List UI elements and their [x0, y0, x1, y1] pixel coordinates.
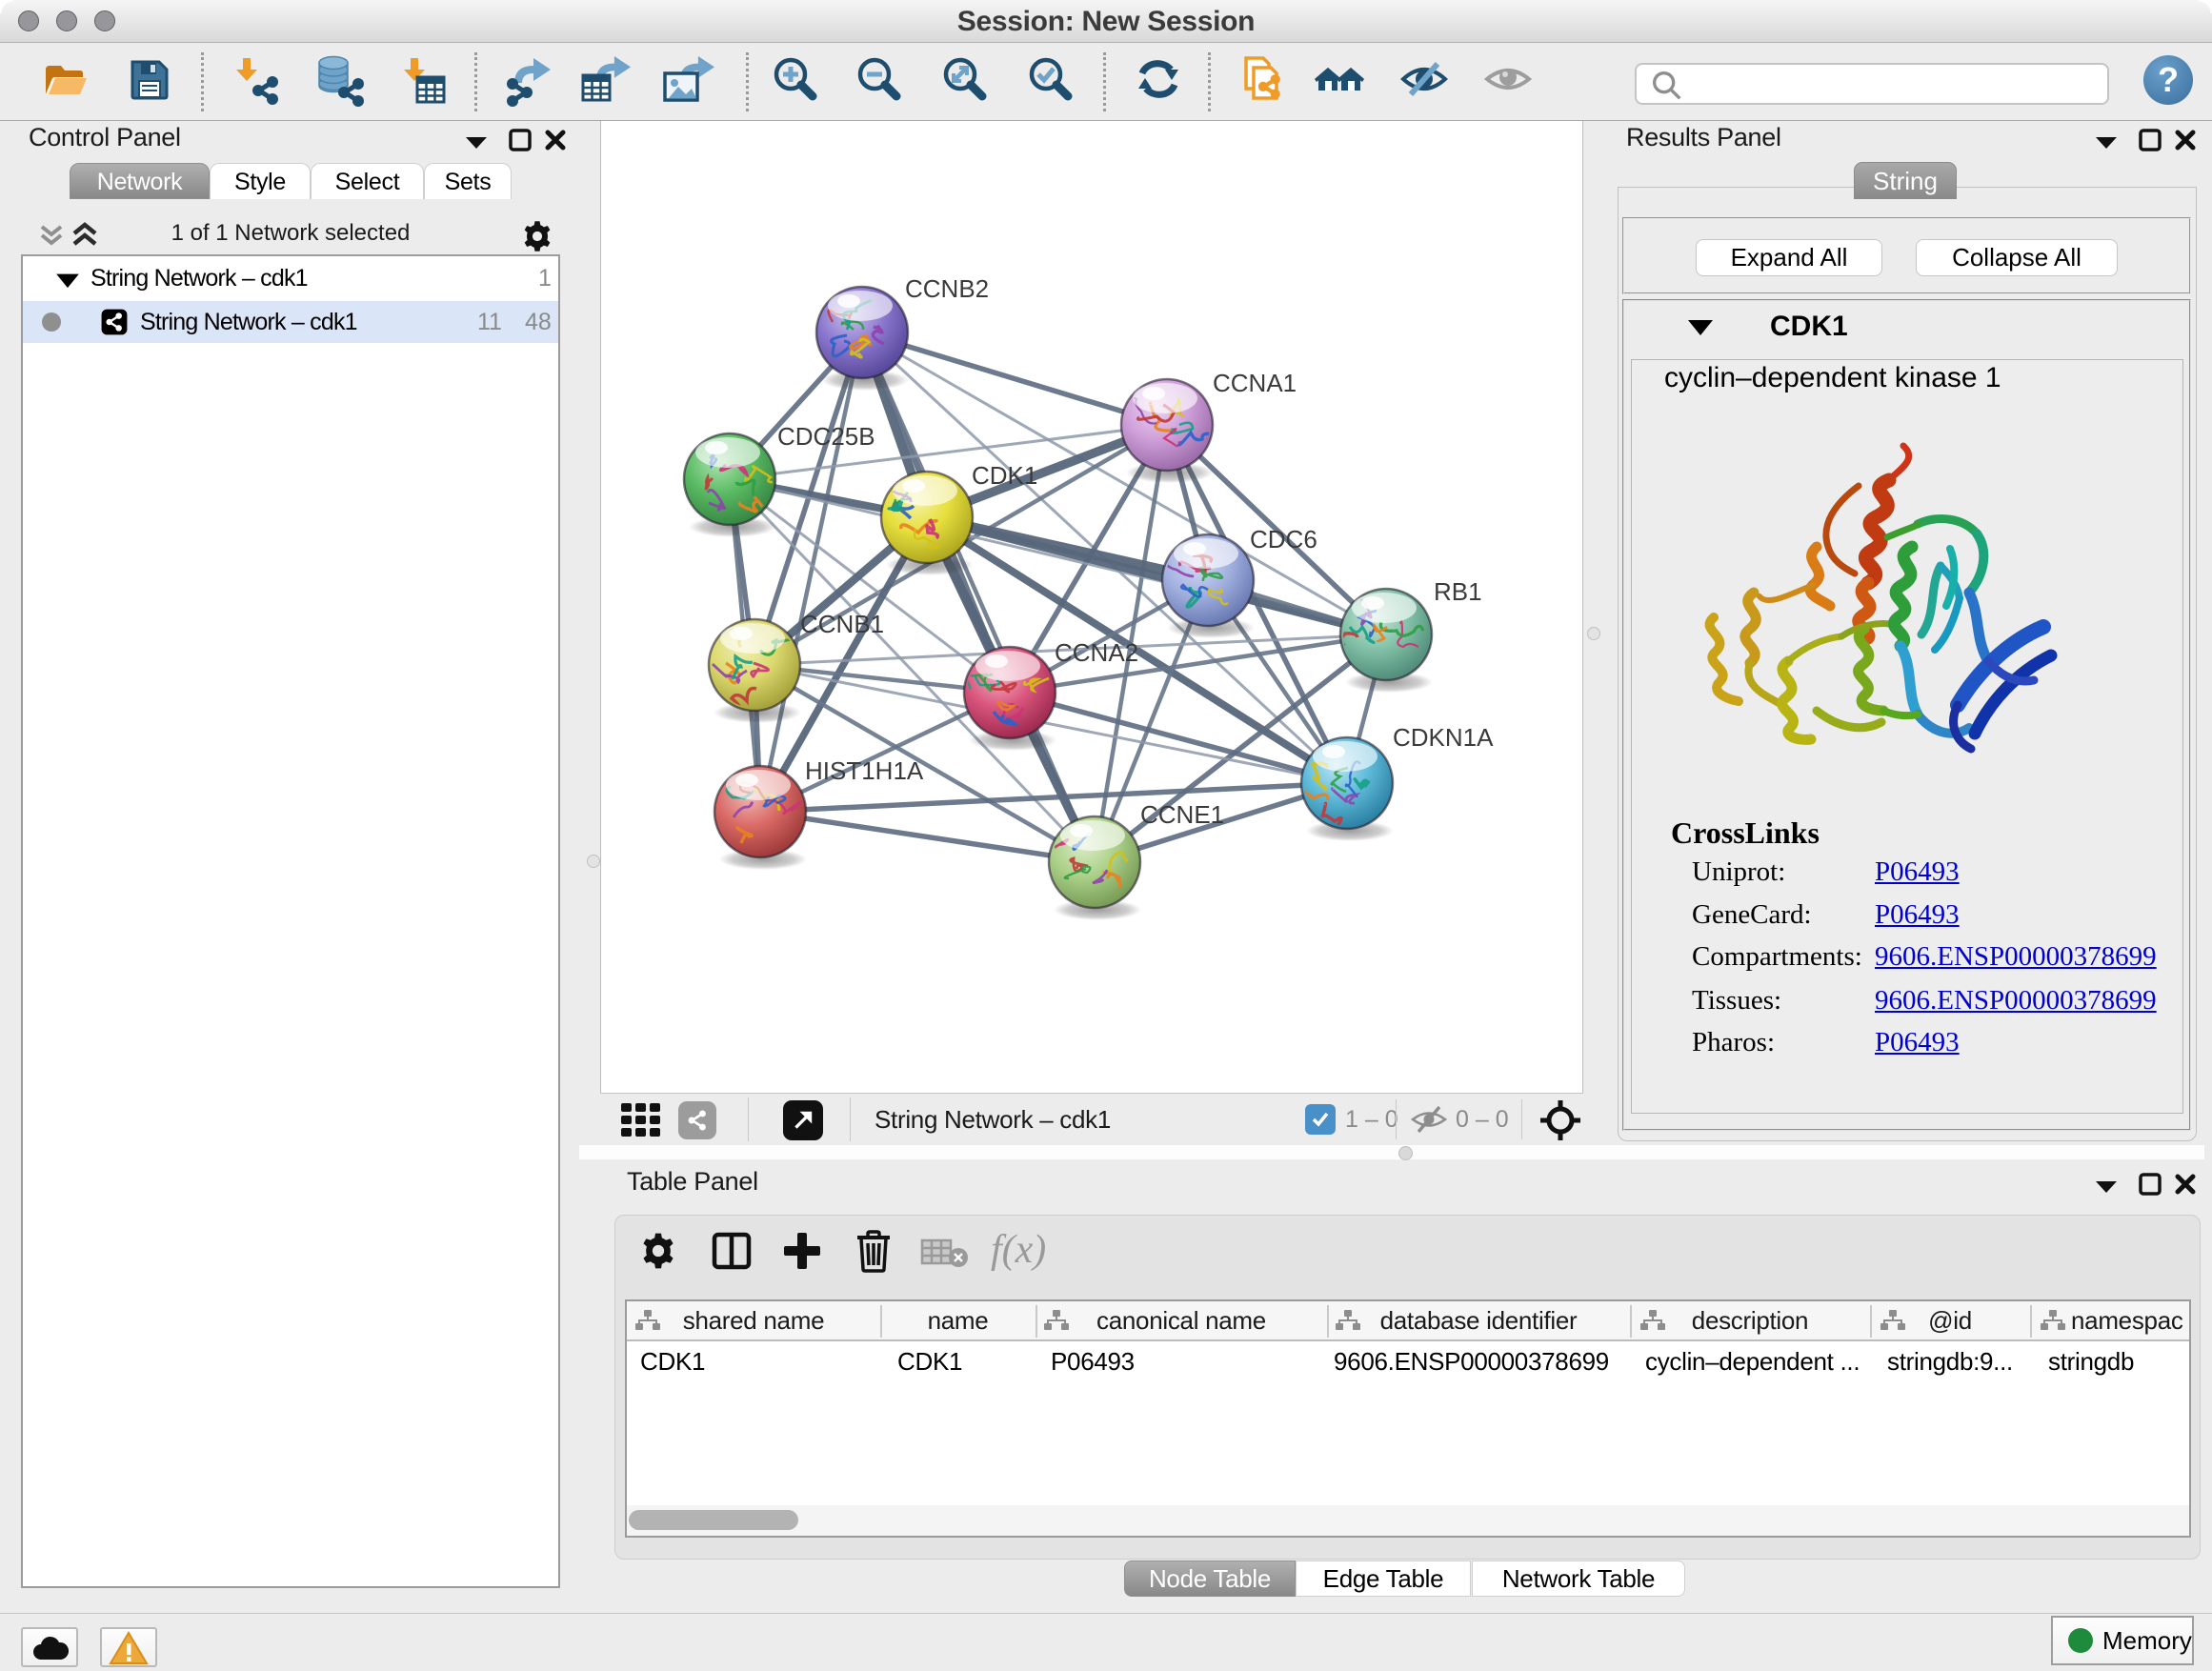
svg-text:HIST1H1A: HIST1H1A — [805, 756, 924, 785]
svg-text:CCNB2: CCNB2 — [905, 274, 989, 303]
svg-text:CDC25B: CDC25B — [777, 422, 875, 451]
svg-text:CCNB1: CCNB1 — [800, 610, 884, 638]
svg-text:RB1: RB1 — [1434, 577, 1482, 606]
svg-text:CCNA1: CCNA1 — [1213, 369, 1297, 397]
svg-text:CCNA2: CCNA2 — [1055, 638, 1138, 667]
svg-text:CDK1: CDK1 — [972, 461, 1037, 490]
svg-text:CCNE1: CCNE1 — [1140, 800, 1224, 829]
svg-text:CDC6: CDC6 — [1250, 525, 1317, 554]
svg-text:CDKN1A: CDKN1A — [1393, 723, 1494, 752]
